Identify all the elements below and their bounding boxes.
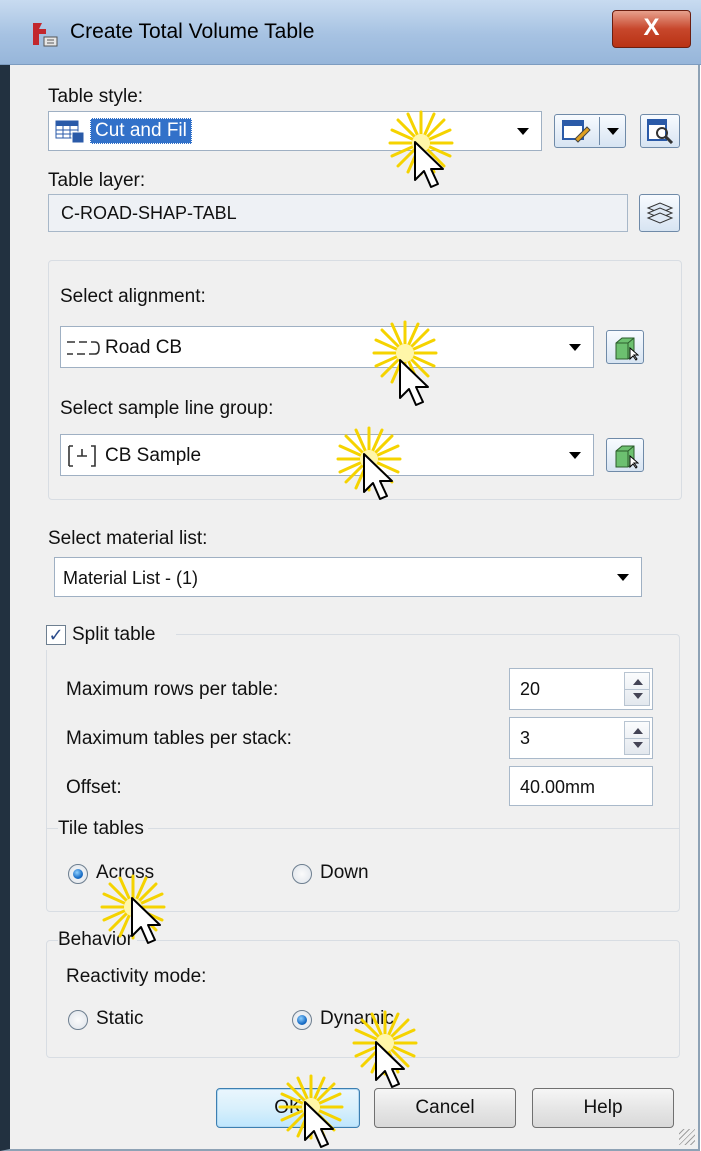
max-tables-label: Maximum tables per stack: [66,728,292,749]
alignment-combo[interactable]: Road CB [60,326,594,368]
chevron-down-icon [569,452,581,459]
table-style-value: Cut and Fil [90,118,192,144]
edit-style-icon [562,120,591,143]
chevron-down-icon [569,344,581,351]
max-rows-label: Maximum rows per table: [66,679,279,700]
sample-line-group-label: Select sample line group: [60,398,274,419]
table-style-combo[interactable]: Cut and Fil [48,111,542,151]
radio-across[interactable] [68,864,88,884]
split-table-checkbox[interactable]: ✓ [46,625,66,645]
cancel-button[interactable]: Cancel [374,1088,516,1128]
sample-line-icon [68,445,96,467]
sample-line-group-combo[interactable]: CB Sample [60,434,594,476]
radio-down-label[interactable]: Down [320,862,369,884]
alignment-label: Select alignment: [60,286,206,307]
tile-tables-label: Tile tables [58,818,148,840]
material-list-value: Material List - (1) [63,568,199,588]
material-list-combo[interactable]: Material List - (1) [54,557,642,597]
layer-button[interactable] [639,194,680,232]
close-button[interactable]: X [612,10,691,48]
table-layer-label: Table layer: [48,170,146,191]
offset-field[interactable]: 40.00mm [509,766,653,806]
offset-value[interactable]: 40.00mm [520,777,595,798]
alignment-icon [67,341,100,355]
radio-dynamic-label[interactable]: Dynamic [320,1008,394,1030]
max-rows-stepper[interactable]: 20 [509,668,653,710]
edit-style-button[interactable] [554,114,626,148]
pick-alignment-button[interactable] [606,330,644,364]
help-button[interactable]: Help [532,1088,674,1128]
chevron-down-icon [517,128,529,135]
radio-across-label[interactable]: Across [96,862,154,884]
window-title: Create Total Volume Table [70,20,315,43]
radio-down[interactable] [292,864,312,884]
pick-from-drawing-icon [615,337,639,361]
chevron-down-icon [607,128,619,135]
radio-static[interactable] [68,1010,88,1030]
table-layer-value: C-ROAD-SHAP-TABL [61,203,237,223]
reactivity-mode-label: Reactivity mode: [66,966,207,987]
radio-static-label[interactable]: Static [96,1008,144,1030]
close-icon: X [643,14,660,41]
layer-icon [646,202,674,224]
table-style-label: Table style: [48,86,144,107]
checkbox-checked-icon: ✓ [48,625,64,645]
chevron-down-icon [617,574,629,581]
offset-label: Offset: [66,777,122,798]
max-rows-value[interactable]: 20 [520,679,540,700]
max-tables-stepper[interactable]: 3 [509,717,653,759]
radio-dynamic[interactable] [292,1010,312,1030]
app-icon [33,23,58,47]
alignment-value: Road CB [105,337,183,358]
spinner-icon[interactable] [624,721,650,755]
sample-line-group-value: CB Sample [105,445,202,466]
pick-from-drawing-icon [615,445,639,469]
material-list-label: Select material list: [48,528,208,549]
behavior-label: Behavior [58,929,137,951]
behavior-group [46,940,680,1058]
preview-icon [647,119,674,144]
preview-style-button[interactable] [640,114,680,148]
max-tables-value[interactable]: 3 [520,728,530,749]
pick-sample-line-button[interactable] [606,438,644,472]
table-style-icon [55,120,85,144]
table-layer-field: C-ROAD-SHAP-TABL [48,194,628,232]
spinner-icon[interactable] [624,672,650,706]
split-table-label: Split table [72,624,156,645]
resize-grip[interactable] [679,1129,695,1145]
ok-button[interactable]: OK [216,1088,360,1128]
